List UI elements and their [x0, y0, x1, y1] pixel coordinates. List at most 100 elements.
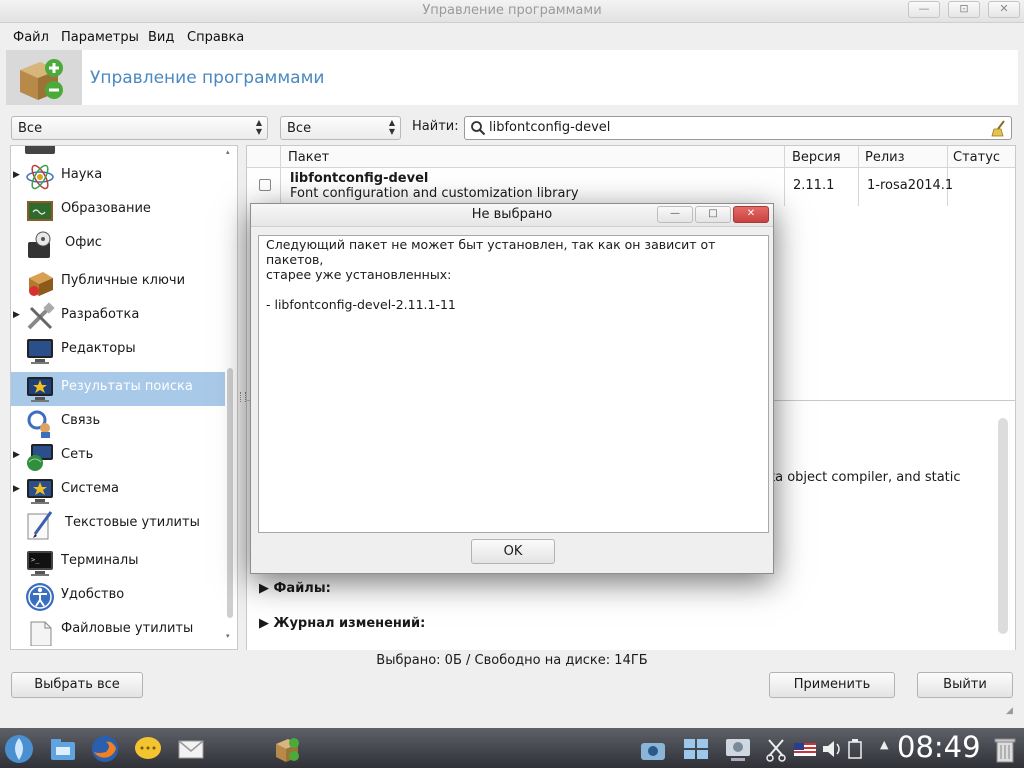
- keyboard-layout-us-icon[interactable]: [793, 734, 817, 764]
- window-minimize-button[interactable]: —: [908, 1, 940, 18]
- combo-arrows-icon: ▲ ▼: [255, 118, 262, 136]
- window-maximize-button[interactable]: ⊡: [948, 1, 980, 18]
- expand-arrow-icon[interactable]: ▶: [13, 170, 20, 180]
- details-scrollbar[interactable]: [998, 418, 1008, 634]
- development-icon: [27, 302, 55, 330]
- window-switcher-icon[interactable]: [681, 734, 711, 764]
- sidebar-item-file-utilities[interactable]: Файловые утилиты: [11, 614, 225, 648]
- svg-text:>_: >_: [31, 556, 40, 564]
- dialog-message-box: Следующий пакет не может быт установлен,…: [258, 235, 769, 533]
- search-input[interactable]: libfontconfig-devel: [464, 116, 1012, 140]
- expand-arrow-icon[interactable]: ▶: [13, 450, 20, 460]
- ok-button[interactable]: OK: [471, 539, 555, 564]
- dialog-titlebar[interactable]: Не выбрано — □ ✕: [251, 204, 773, 227]
- sidebar-item-communication[interactable]: Связь: [11, 406, 225, 440]
- header-title: Управление программами: [90, 68, 325, 88]
- package-release: 1-rosa2014.1: [867, 178, 954, 193]
- category-scrollbar[interactable]: ▴ ▾: [226, 148, 234, 644]
- dialog-maximize-button[interactable]: □: [695, 206, 731, 223]
- category-type-combo[interactable]: Все ▲ ▼: [11, 116, 268, 140]
- dialog-close-button[interactable]: ✕: [733, 206, 769, 223]
- sidebar-item-science[interactable]: ▶ Наука: [11, 160, 225, 194]
- software-manager-icon[interactable]: [272, 734, 302, 764]
- sidebar-item-terminals[interactable]: >_ Терминалы: [11, 546, 225, 580]
- dialog-package-line: - libfontconfig-devel-2.11.1-11: [266, 297, 456, 312]
- window-close-button[interactable]: ✕: [988, 1, 1020, 18]
- expand-arrow-icon[interactable]: ▶: [13, 484, 20, 494]
- menu-view[interactable]: Вид: [148, 30, 174, 45]
- category-scroll-thumb[interactable]: [227, 368, 233, 618]
- details-files-toggle[interactable]: ▶ Файлы:: [259, 581, 331, 596]
- dialog-message-line: Следующий пакет не может быт установлен,…: [266, 237, 716, 267]
- window-titlebar[interactable]: Управление программами — ⊡ ✕: [0, 0, 1024, 23]
- clear-search-icon[interactable]: [991, 119, 1008, 137]
- sidebar-item-text-utilities[interactable]: Текстовые утилиты: [11, 508, 225, 542]
- status-filter-value: Все: [287, 121, 312, 136]
- scroll-down-icon[interactable]: ▾: [226, 632, 234, 640]
- sidebar-item-public-keys[interactable]: Публичные ключи: [11, 266, 225, 300]
- sidebar-item-label: Связь: [61, 413, 101, 428]
- terminals-icon: >_: [27, 551, 53, 576]
- status-filter-combo[interactable]: Все ▲ ▼: [280, 116, 401, 140]
- sidebar-item-label: Терминалы: [61, 553, 139, 568]
- volume-icon[interactable]: [820, 734, 844, 764]
- table-row[interactable]: libfontconfig-devel Font configuration a…: [247, 168, 1015, 204]
- sidebar-item-label: Система: [61, 481, 120, 496]
- taskbar: ▲ 08:49: [0, 728, 1024, 768]
- editors-icon: [27, 339, 53, 364]
- sidebar-item-development[interactable]: ▶ Разработка: [11, 300, 225, 334]
- mail-icon[interactable]: [176, 734, 206, 764]
- select-all-button[interactable]: Выбрать все: [11, 672, 143, 698]
- sidebar-item-label: Результаты поиска: [61, 379, 193, 394]
- sidebar-item-accessibility[interactable]: Удобство: [11, 580, 225, 614]
- file-manager-icon[interactable]: [48, 734, 78, 764]
- column-header-package[interactable]: Пакет: [288, 150, 329, 165]
- menu-settings[interactable]: Параметры: [61, 30, 139, 45]
- exit-button[interactable]: Выйти: [917, 672, 1013, 698]
- resize-grip-icon[interactable]: ◢: [1006, 706, 1013, 716]
- sidebar-item-office[interactable]: Офис: [11, 228, 225, 262]
- column-header-release[interactable]: Релиз: [865, 150, 905, 165]
- sidebar-item-label: Файловые утилиты: [61, 621, 194, 636]
- scroll-up-icon[interactable]: ▴: [226, 148, 234, 156]
- category-partial-icon: [25, 146, 55, 154]
- expand-arrow-icon[interactable]: ▶: [13, 310, 20, 320]
- file-utilities-icon: [30, 621, 52, 646]
- package-summary: Font configuration and customization lib…: [290, 186, 579, 201]
- menubar: Файл Параметры Вид Справка: [0, 23, 1024, 50]
- sidebar-item-system[interactable]: ▶ Система: [11, 474, 225, 508]
- communication-icon: [27, 410, 50, 438]
- network-tray-icon[interactable]: [723, 734, 753, 764]
- notifications-icon[interactable]: ▲: [880, 738, 888, 751]
- menu-file[interactable]: Файл: [13, 30, 49, 45]
- messenger-icon[interactable]: [133, 734, 163, 764]
- sidebar-item-label: Сеть: [61, 447, 94, 462]
- sidebar-item-education[interactable]: Образование: [11, 194, 225, 228]
- clock[interactable]: 08:49: [897, 730, 981, 764]
- column-header-status[interactable]: Статус: [953, 150, 1000, 165]
- package-checkbox[interactable]: [259, 179, 271, 191]
- dialog-blank-line: [266, 282, 761, 297]
- sidebar-item-label: Редакторы: [61, 341, 136, 356]
- battery-icon[interactable]: [846, 734, 866, 764]
- apply-button[interactable]: Применить: [769, 672, 895, 698]
- dialog-minimize-button[interactable]: —: [657, 206, 693, 223]
- column-header-version[interactable]: Версия: [792, 150, 841, 165]
- rosa-launcher-icon[interactable]: [4, 734, 34, 764]
- sidebar-item-network[interactable]: ▶ Сеть: [11, 440, 225, 474]
- changelog-label: Журнал изменений:: [273, 616, 426, 631]
- category-list: ▶ Наука Образование Офис Публичные ключи…: [10, 145, 238, 650]
- combo-arrows-icon: ▲ ▼: [388, 118, 395, 136]
- screenshot-icon[interactable]: [638, 734, 668, 764]
- sidebar-item-editors[interactable]: Редакторы: [11, 334, 225, 368]
- menu-help[interactable]: Справка: [187, 30, 244, 45]
- find-label: Найти:: [412, 119, 459, 134]
- details-changelog-toggle[interactable]: ▶ Журнал изменений:: [259, 616, 425, 631]
- public-keys-icon: [29, 272, 53, 296]
- firefox-icon[interactable]: [90, 734, 120, 764]
- sidebar-item-search-results[interactable]: Результаты поиска: [11, 372, 225, 406]
- trash-icon[interactable]: [990, 734, 1020, 764]
- package-name: libfontconfig-devel: [290, 171, 429, 186]
- clipboard-icon[interactable]: [764, 734, 788, 764]
- search-results-icon: [27, 377, 53, 402]
